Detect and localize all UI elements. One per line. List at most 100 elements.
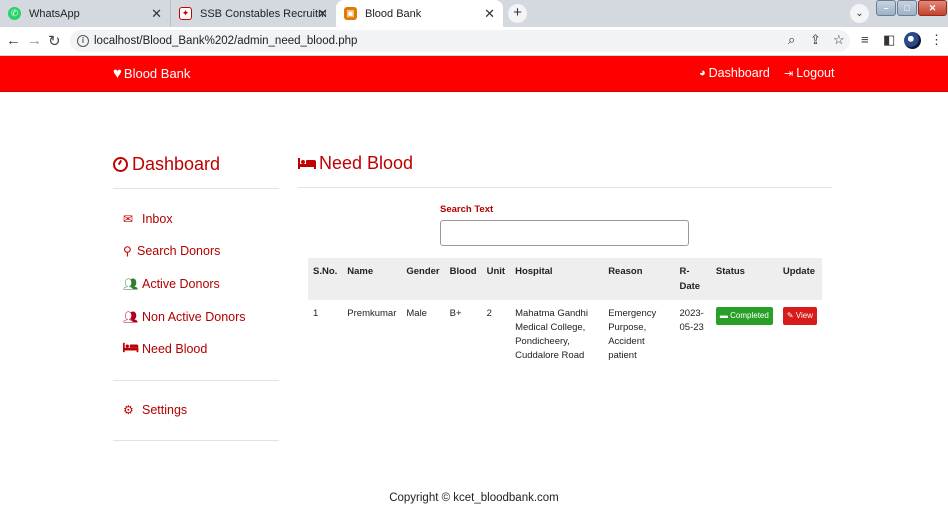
reading-list-icon[interactable]: ≡ bbox=[861, 32, 869, 47]
col-header: Unit bbox=[481, 258, 511, 300]
view-button[interactable]: ✎ View bbox=[782, 307, 817, 325]
sidebar-item-non-active-donors[interactable]: 👥︎ Non Active Donors bbox=[123, 310, 246, 324]
footer-copyright: Copyright © kcet_bloodbank.com bbox=[389, 492, 559, 504]
close-icon[interactable]: ✕ bbox=[317, 6, 328, 22]
cell-status: ▬ Completed bbox=[711, 300, 778, 365]
cell-update: ✎ View bbox=[778, 300, 822, 365]
back-arrow-icon[interactable]: ← bbox=[6, 32, 21, 49]
sidebar-item-label: Non Active Donors bbox=[142, 310, 246, 324]
address-bar: ← → ↻ i localhost/Blood_Bank%202/admin_n… bbox=[0, 27, 948, 56]
search-icon: ⚲ bbox=[123, 244, 132, 258]
nav-dashboard[interactable]: ◕ Dashboard bbox=[699, 66, 770, 80]
maximize-button[interactable]: □ bbox=[897, 0, 917, 16]
main-divider bbox=[298, 187, 832, 188]
status-completed-button[interactable]: ▬ Completed bbox=[715, 307, 773, 325]
cell-rdate: 2023-05-23 bbox=[679, 308, 704, 333]
tab-title: SSB Constables Recruitment 202… bbox=[200, 7, 326, 20]
view-label: View bbox=[795, 311, 813, 320]
bed-icon bbox=[298, 158, 316, 169]
col-header: Name bbox=[342, 258, 402, 300]
cell-sno: 1 bbox=[313, 308, 319, 319]
blood-bank-icon: ▣ bbox=[344, 7, 357, 20]
col-header: R-Date bbox=[674, 258, 711, 300]
col-header: Status bbox=[710, 258, 778, 300]
cell-hospital: Mahatma Gandhi Medical College, Pondiche… bbox=[515, 308, 588, 361]
col-header: Blood bbox=[444, 258, 482, 300]
star-icon[interactable]: ☆ bbox=[833, 32, 845, 48]
tab-title: Blood Bank bbox=[365, 7, 422, 20]
url-field[interactable]: i localhost/Blood_Bank%202/admin_need_bl… bbox=[70, 30, 850, 52]
search-label: Search Text bbox=[440, 204, 494, 215]
brand-label: Blood Bank bbox=[123, 66, 191, 81]
share-icon[interactable]: ⇪ bbox=[810, 32, 821, 48]
chevron-down-icon[interactable]: ⌄ bbox=[850, 4, 869, 23]
cell-name: Premkumar bbox=[347, 308, 397, 319]
menu-dots-icon[interactable]: ⋮ bbox=[930, 32, 943, 48]
col-header: Hospital bbox=[510, 258, 604, 300]
col-header: S.No. bbox=[308, 258, 343, 300]
logout-icon: ⇥ bbox=[784, 67, 794, 80]
url-text: localhost/Blood_Bank%202/admin_need_bloo… bbox=[94, 35, 358, 47]
tab-blood-bank[interactable]: ▣ Blood Bank ✕ bbox=[336, 0, 503, 27]
table-row: 1 Premkumar Male B+ 2 Mahatma Gandhi Med… bbox=[308, 300, 822, 365]
sidebar-title: Dashboard bbox=[113, 154, 220, 175]
page-title: Need Blood bbox=[298, 153, 413, 174]
sidebar-item-label: Search Donors bbox=[137, 244, 221, 258]
ssb-icon: ✦ bbox=[179, 7, 192, 20]
sidebar-item-active-donors[interactable]: 👥︎ Active Donors bbox=[123, 277, 220, 291]
tab-title: WhatsApp bbox=[29, 7, 80, 20]
tab-ssb[interactable]: ✦ SSB Constables Recruitment 202… ✕ bbox=[170, 0, 336, 27]
cell-gender: Male bbox=[406, 308, 427, 319]
users-icon: 👥︎ bbox=[123, 310, 139, 324]
sidebar-item-label: Active Donors bbox=[142, 277, 220, 291]
need-blood-table: S.No. Name Gender Blood Unit Hospital Re… bbox=[308, 258, 822, 365]
nav-logout[interactable]: ⇥ Logout bbox=[784, 66, 834, 80]
sidebar-item-label: Inbox bbox=[142, 212, 173, 226]
table-header-row: S.No. Name Gender Blood Unit Hospital Re… bbox=[308, 258, 822, 300]
zoom-icon[interactable]: ⌕ bbox=[788, 32, 795, 48]
heartbeat-icon: ♥ bbox=[113, 65, 122, 82]
cell-unit: 2 bbox=[486, 308, 492, 319]
sidebar-item-search-donors[interactable]: ⚲ Search Donors bbox=[123, 244, 220, 258]
side-panel-icon[interactable]: ◧ bbox=[883, 32, 895, 48]
bed-icon: ▬ bbox=[719, 311, 728, 320]
cell-reason: Emergency Purpose, Accident patient bbox=[608, 308, 657, 361]
search-input[interactable] bbox=[440, 220, 689, 246]
close-icon[interactable]: ✕ bbox=[484, 6, 495, 22]
sidebar-divider bbox=[113, 188, 279, 189]
sidebar-divider bbox=[113, 380, 279, 381]
window-close-button[interactable]: ✕ bbox=[918, 0, 947, 16]
close-icon[interactable]: ✕ bbox=[151, 6, 162, 22]
sidebar-item-label: Need Blood bbox=[142, 342, 208, 356]
sidebar-item-need-blood[interactable]: Need Blood bbox=[123, 342, 207, 356]
profile-avatar[interactable] bbox=[904, 32, 921, 49]
edit-icon: ✎ bbox=[786, 311, 794, 320]
page-title-label: Need Blood bbox=[319, 153, 414, 173]
envelope-icon: ✉ bbox=[123, 212, 134, 226]
cell-blood: B+ bbox=[449, 308, 462, 319]
nav-dashboard-label: Dashboard bbox=[708, 66, 770, 80]
info-icon[interactable]: i bbox=[77, 35, 89, 47]
window-controls: – □ ✕ bbox=[876, 0, 948, 18]
col-header: Reason bbox=[603, 258, 675, 300]
app-navbar: ♥ Blood Bank ◕ Dashboard ⇥ Logout bbox=[0, 56, 948, 92]
sidebar-item-label: Settings bbox=[142, 403, 188, 417]
nav-logout-label: Logout bbox=[796, 66, 835, 80]
reload-icon[interactable]: ↻ bbox=[48, 32, 61, 50]
sidebar-title-label: Dashboard bbox=[132, 154, 221, 174]
sidebar-item-inbox[interactable]: ✉ Inbox bbox=[123, 212, 173, 226]
browser-tab-bar: ✆ WhatsApp ✕ ✦ SSB Constables Recruitmen… bbox=[0, 0, 948, 27]
bed-icon bbox=[123, 342, 141, 356]
dashboard-icon: ◕ bbox=[699, 67, 706, 79]
whatsapp-icon: ✆ bbox=[8, 7, 21, 20]
users-icon: 👥︎ bbox=[123, 277, 139, 291]
new-tab-button[interactable]: + bbox=[508, 4, 527, 23]
dashboard-icon bbox=[113, 157, 128, 172]
col-header: Update bbox=[777, 258, 822, 300]
col-header: Gender bbox=[401, 258, 445, 300]
tab-whatsapp[interactable]: ✆ WhatsApp ✕ bbox=[0, 0, 170, 27]
minimize-button[interactable]: – bbox=[876, 0, 896, 16]
sidebar-item-settings[interactable]: ⚙ Settings bbox=[123, 403, 187, 417]
brand-link[interactable]: ♥ Blood Bank bbox=[113, 65, 190, 82]
forward-arrow-icon[interactable]: → bbox=[27, 32, 42, 49]
